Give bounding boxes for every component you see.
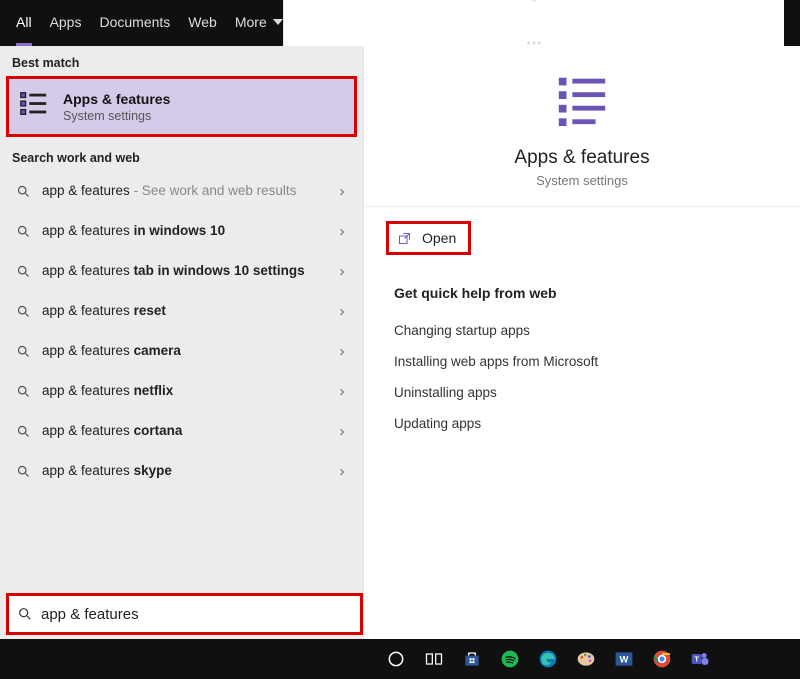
search-suggestion[interactable]: app & features tab in windows 10 setting…	[0, 251, 363, 291]
detail-subtitle: System settings	[384, 173, 780, 188]
best-match-subtitle: System settings	[63, 109, 170, 123]
search-box[interactable]	[6, 593, 363, 635]
apps-features-large-icon	[553, 70, 611, 133]
chevron-right-icon: ›	[333, 183, 351, 200]
suggestion-text: app & features netflix	[42, 383, 323, 400]
chevron-right-icon: ›	[333, 343, 351, 360]
scope-tab-web[interactable]: Web	[188, 0, 217, 46]
taskbar-word-icon[interactable]: W	[608, 643, 640, 675]
open-icon	[397, 231, 412, 246]
taskbar: W T	[0, 639, 800, 679]
search-icon	[14, 384, 32, 399]
taskbar-teams-icon[interactable]: T	[684, 643, 716, 675]
help-link[interactable]: Changing startup apps	[394, 315, 770, 346]
detail-title: Apps & features	[384, 147, 780, 169]
taskbar-edge-icon[interactable]	[532, 643, 564, 675]
search-icon	[14, 184, 32, 199]
chevron-right-icon: ›	[333, 263, 351, 280]
search-icon	[14, 344, 32, 359]
suggestion-text: app & features skype	[42, 463, 323, 480]
search-suggestion[interactable]: app & features - See work and web result…	[0, 171, 363, 211]
taskbar-task-view-icon[interactable]	[418, 643, 450, 675]
open-button[interactable]: Open	[386, 221, 471, 255]
search-web-header: Search work and web	[0, 141, 363, 171]
apps-features-icon	[19, 89, 49, 124]
scope-tab-documents[interactable]: Documents	[99, 0, 170, 46]
search-suggestion[interactable]: app & features in windows 10 ›	[0, 211, 363, 251]
suggestion-text: app & features camera	[42, 343, 323, 360]
help-link[interactable]: Installing web apps from Microsoft	[394, 346, 770, 377]
best-match-header: Best match	[0, 46, 363, 76]
search-suggestion[interactable]: app & features camera ›	[0, 331, 363, 371]
taskbar-paint-icon[interactable]	[570, 643, 602, 675]
taskbar-store-icon[interactable]	[456, 643, 488, 675]
suggestion-text: app & features tab in windows 10 setting…	[42, 263, 323, 280]
chevron-down-icon	[273, 19, 283, 25]
taskbar-cortana-icon[interactable]	[380, 643, 412, 675]
taskbar-spotify-icon[interactable]	[494, 643, 526, 675]
search-scope-tabs: All Apps Documents Web More	[0, 0, 800, 46]
search-suggestion[interactable]: app & features cortana ›	[0, 411, 363, 451]
search-suggestion[interactable]: app & features netflix ›	[0, 371, 363, 411]
search-icon	[14, 224, 32, 239]
search-icon	[14, 264, 32, 279]
best-match-title: Apps & features	[63, 91, 170, 107]
best-match-result[interactable]: Apps & features System settings	[6, 76, 357, 137]
svg-text:T: T	[694, 655, 699, 664]
chevron-right-icon: ›	[333, 423, 351, 440]
feedback-icon[interactable]	[525, 0, 543, 12]
chevron-right-icon: ›	[333, 303, 351, 320]
taskbar-chrome-icon[interactable]	[646, 643, 678, 675]
search-suggestion[interactable]: app & features reset ›	[0, 291, 363, 331]
search-icon	[14, 464, 32, 479]
help-link[interactable]: Updating apps	[394, 408, 770, 439]
search-icon	[14, 424, 32, 439]
chevron-right-icon: ›	[333, 463, 351, 480]
search-icon	[17, 606, 33, 622]
suggestion-text: app & features reset	[42, 303, 323, 320]
chevron-right-icon: ›	[333, 223, 351, 240]
scope-tab-more[interactable]: More	[235, 0, 283, 46]
scope-tab-apps[interactable]: Apps	[50, 0, 82, 46]
suggestion-text: app & features - See work and web result…	[42, 183, 323, 200]
chevron-right-icon: ›	[333, 383, 351, 400]
search-icon	[14, 304, 32, 319]
open-label: Open	[422, 230, 456, 246]
search-suggestion[interactable]: app & features skype ›	[0, 451, 363, 491]
scope-tab-all[interactable]: All	[16, 0, 32, 46]
suggestion-text: app & features cortana	[42, 423, 323, 440]
help-link[interactable]: Uninstalling apps	[394, 377, 770, 408]
search-input[interactable]	[41, 606, 352, 623]
detail-pane: Apps & features System settings Open Get…	[363, 46, 800, 639]
help-header: Get quick help from web	[394, 285, 770, 301]
search-results-pane: Best match Apps & features System settin…	[0, 46, 363, 639]
svg-text:W: W	[620, 654, 629, 664]
suggestion-text: app & features in windows 10	[42, 223, 323, 240]
